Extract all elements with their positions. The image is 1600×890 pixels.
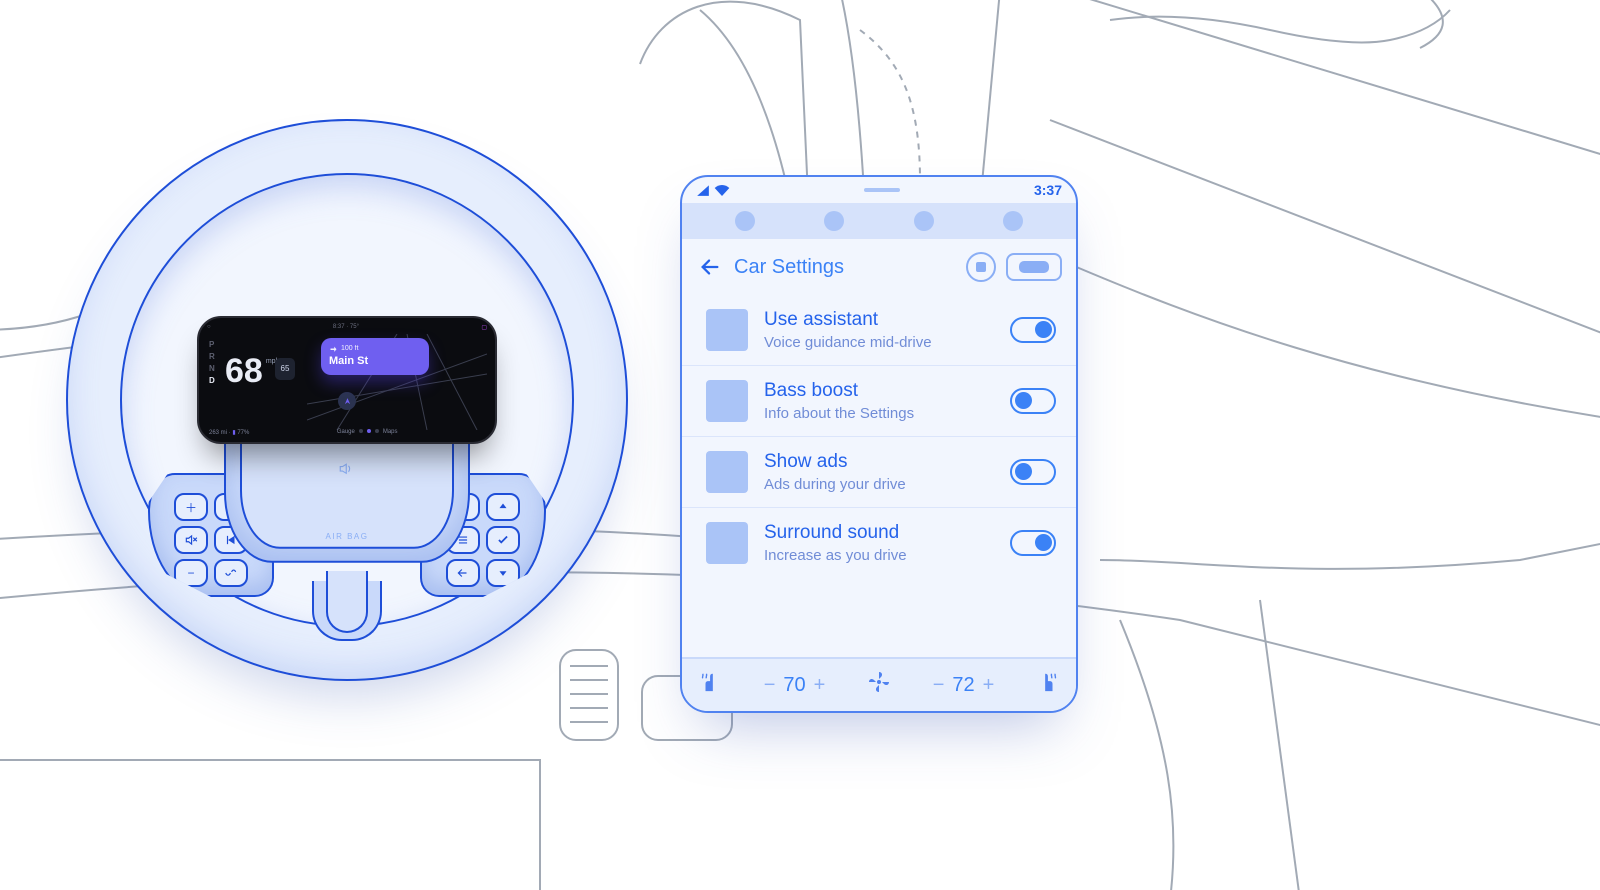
fan-icon[interactable]	[867, 670, 891, 700]
status-time: 3:37	[1034, 182, 1062, 198]
back-button[interactable]	[696, 253, 724, 281]
app-tab-3[interactable]	[914, 211, 934, 231]
setting-subtitle: Increase as you drive	[764, 547, 994, 564]
status-bar: 3:37	[682, 177, 1076, 203]
wheel-btn-plus[interactable]: ＋	[174, 493, 208, 521]
setting-use-assistant[interactable]: Use assistant Voice guidance mid-drive	[682, 295, 1076, 366]
decrease-icon[interactable]: −	[764, 674, 776, 697]
wheel-btn-back[interactable]	[446, 559, 480, 587]
setting-icon	[706, 380, 748, 422]
center-console: 3:37 Car Settings Use assistant Voice gu…	[680, 175, 1078, 713]
wifi-icon	[714, 184, 730, 196]
right-temp-control[interactable]: − 72 +	[933, 674, 995, 697]
left-temp-control[interactable]: − 70 +	[764, 674, 826, 697]
increase-icon[interactable]: +	[814, 674, 826, 697]
speed-limit-badge: 65	[275, 358, 295, 380]
page-header: Car Settings	[682, 239, 1076, 295]
app-tab-1[interactable]	[735, 211, 755, 231]
notch	[864, 188, 900, 192]
cluster-time-weather: 8:37 · 75°	[333, 324, 359, 330]
wheel-btn-up[interactable]	[486, 493, 520, 521]
cluster-status-icon: ○	[207, 324, 211, 330]
toggle-use-assistant[interactable]	[1010, 317, 1056, 343]
setting-title: Show ads	[764, 451, 994, 474]
setting-icon	[706, 451, 748, 493]
setting-title: Bass boost	[764, 380, 994, 403]
wheel-btn-ok[interactable]	[486, 526, 520, 554]
nav-heading-icon	[338, 392, 356, 410]
setting-icon	[706, 309, 748, 351]
toggle-surround-sound[interactable]	[1010, 530, 1056, 556]
setting-title: Surround sound	[764, 522, 994, 545]
settings-list: Use assistant Voice guidance mid-drive B…	[682, 295, 1076, 657]
speedometer: 68mph	[225, 354, 279, 388]
setting-bass-boost[interactable]: Bass boost Info about the Settings	[682, 366, 1076, 437]
wheel-btn-down[interactable]	[486, 559, 520, 587]
app-tabs	[682, 203, 1076, 239]
app-tab-4[interactable]	[1003, 211, 1023, 231]
page-title: Car Settings	[734, 256, 956, 279]
decrease-icon[interactable]: −	[933, 674, 945, 697]
signal-icon	[696, 184, 710, 196]
setting-subtitle: Info about the Settings	[764, 405, 994, 422]
toggle-show-ads[interactable]	[1010, 459, 1056, 485]
setting-show-ads[interactable]: Show ads Ads during your drive	[682, 437, 1076, 508]
toggle-bass-boost[interactable]	[1010, 388, 1056, 414]
battery-label: 77%	[237, 430, 249, 436]
gear-indicator: P R N D	[209, 340, 215, 385]
header-chip[interactable]	[1006, 253, 1062, 281]
increase-icon[interactable]: +	[983, 674, 995, 697]
wheel-btn-mute[interactable]	[174, 526, 208, 554]
left-temp-value: 70	[783, 674, 805, 697]
nav-card: 100 ft Main St	[321, 338, 429, 375]
setting-icon	[706, 522, 748, 564]
setting-subtitle: Ads during your drive	[764, 476, 994, 493]
setting-title: Use assistant	[764, 309, 994, 332]
cluster-bt-icon: ▢	[481, 324, 487, 331]
setting-surround-sound[interactable]: Surround sound Increase as you drive	[682, 508, 1076, 578]
driver-cluster-screen: ○ 8:37 · 75° ▢ P R N D 68mph 65	[197, 316, 497, 444]
hvac-bar: − 70 + − 72 +	[682, 657, 1076, 711]
range-label: 263 mi	[209, 430, 227, 436]
wheel-spoke-bottom	[312, 581, 382, 641]
app-tab-2[interactable]	[824, 211, 844, 231]
steering-wheel: ＋ − AIR BAG	[66, 119, 628, 681]
wheel-btn-voice[interactable]	[214, 559, 248, 587]
horn-icon[interactable]	[338, 463, 356, 478]
wheel-btn-minus[interactable]: −	[174, 559, 208, 587]
stop-button[interactable]	[966, 252, 996, 282]
right-temp-value: 72	[952, 674, 974, 697]
seat-heater-right-icon[interactable]	[1036, 671, 1058, 699]
seat-heater-left-icon[interactable]	[700, 671, 722, 699]
setting-subtitle: Voice guidance mid-drive	[764, 334, 994, 351]
airbag-label: AIR BAG	[326, 532, 369, 541]
